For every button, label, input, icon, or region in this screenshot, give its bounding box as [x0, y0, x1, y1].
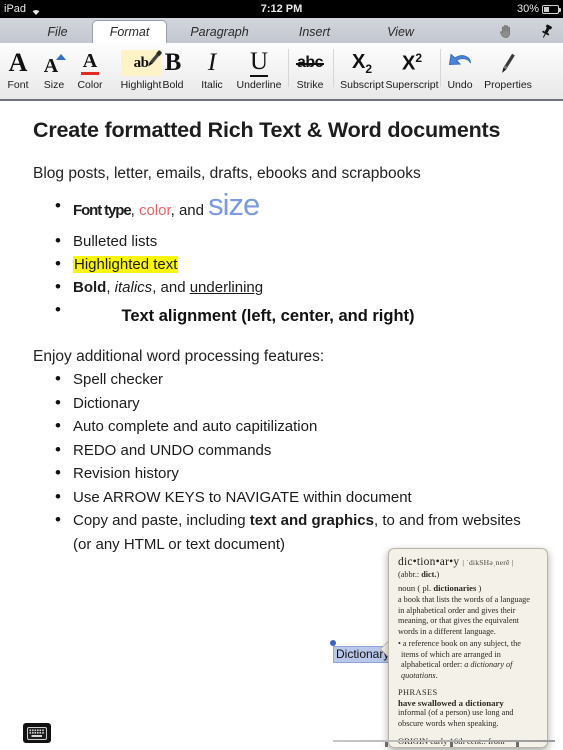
pushpin-icon[interactable]: [535, 20, 557, 42]
separator-text: , and: [152, 279, 190, 296]
toolbar-button-undo[interactable]: Undo: [440, 43, 480, 99]
list-item: Font type, color, and size: [55, 189, 533, 222]
tab-insert[interactable]: Insert: [272, 20, 357, 43]
undo-arrow-icon: [440, 46, 480, 80]
toolbar-label-superscript: Superscript: [385, 79, 439, 91]
list-item: REDO and UNDO commands: [55, 438, 533, 463]
ipad-screen: iPad 7:12 PM 30% File Format Paragraph I…: [0, 0, 563, 750]
highlighted-text: Highlighted text: [73, 256, 179, 273]
toolbar-label-properties: Properties: [484, 79, 532, 91]
features-intro-text: Enjoy additional word processing feature…: [33, 348, 325, 365]
tab-view[interactable]: View: [358, 20, 443, 43]
toolbar-button-bold[interactable]: B Bold: [152, 43, 194, 99]
italic-i-icon: I: [207, 49, 217, 76]
toolbar-label-bold: Bold: [162, 79, 184, 91]
font-size-a-arrow-icon: A: [36, 46, 72, 80]
dictionary-part-of-speech: noun ( pl. dictionaries ): [398, 583, 538, 593]
status-bar-time: 7:12 PM: [260, 3, 303, 15]
pos-suffix: ): [476, 583, 482, 593]
toolbar-button-size[interactable]: A Size: [36, 43, 72, 99]
bold-sample-text: Bold: [73, 279, 107, 296]
format-toolbar: A Font A Size A Color ab Highlight B Bol…: [0, 43, 563, 101]
dictionary-abbreviation-row: (abbr.: dict.): [398, 570, 538, 579]
separator-text: ,: [106, 279, 115, 296]
tab-file[interactable]: File: [10, 20, 105, 43]
separator-text: , and: [170, 202, 209, 219]
superscript-x2-icon: X2: [401, 50, 423, 75]
battery-percent-label: 30%: [516, 3, 539, 15]
dictionary-phrase: have swallowed a dictionary: [398, 698, 504, 708]
toolbar-label-font: Font: [7, 79, 29, 91]
list-item: Spell checker: [55, 367, 533, 392]
abbrev-value: dict.: [421, 570, 437, 579]
keyboard-icon[interactable]: [23, 723, 51, 743]
font-letter-a-icon: A: [8, 48, 28, 77]
toolbar-button-font[interactable]: A Font: [0, 43, 36, 99]
document-subtitle: Blog posts, letter, emails, drafts, eboo…: [33, 165, 421, 182]
list-item: Highlighted text: [55, 252, 533, 276]
toolbar-label-italic: Italic: [201, 79, 223, 91]
toolbar-label-strike: Strike: [296, 79, 324, 91]
toolbar-button-properties[interactable]: Properties: [476, 43, 540, 99]
toolbar-button-italic[interactable]: I Italic: [192, 43, 232, 99]
selection-handle-start[interactable]: [330, 640, 336, 646]
font-color-a-underline-icon: A: [72, 46, 108, 80]
toolbar-label-size: Size: [43, 79, 65, 91]
tab-paragraph[interactable]: Paragraph: [172, 20, 267, 43]
toolbar-button-strike[interactable]: abc Strike: [288, 43, 332, 99]
italic-sample-text: italics: [114, 279, 153, 296]
feature-list-secondary: Spell checker Dictionary Auto complete a…: [33, 367, 533, 556]
strikethrough-abc-icon: abc: [295, 54, 325, 71]
paintbrush-icon: [476, 46, 540, 80]
status-bar-right: 30%: [516, 3, 561, 15]
dictionary-definition-2: • a reference book on any subject, the i…: [398, 639, 538, 681]
dictionary-definition-1: a book that lists the words of a languag…: [398, 595, 530, 636]
pos-prefix: noun ( pl.: [398, 583, 434, 593]
copy-paste-bold-text: text and graphics: [249, 512, 374, 529]
dictionary-pronunciation: | ˈdikSHəˌnerē |: [462, 558, 514, 567]
page-scroll-indicator[interactable]: [333, 740, 555, 742]
battery-icon: [542, 4, 561, 14]
pos-plural: dictionaries: [433, 583, 477, 593]
toolbar-button-underline[interactable]: U Underline: [228, 43, 290, 99]
font-type-text: Font type: [73, 202, 132, 219]
underline-u-icon: U: [249, 48, 269, 77]
dictionary-phrases-header: PHRASES: [398, 688, 438, 697]
dictionary-headword: dic•tion•ar•y: [398, 556, 460, 568]
underline-sample-text: underlining: [189, 279, 264, 296]
list-item: Bulleted lists: [55, 229, 533, 253]
abbrev-suffix: ): [436, 570, 440, 579]
toolbar-label-underline: Underline: [236, 79, 282, 91]
list-item: Bold, italics, and underlining: [55, 275, 533, 299]
def2-suffix: .: [435, 670, 438, 680]
color-sample-text: color: [138, 202, 171, 219]
abbrev-prefix: (abbr.:: [398, 570, 422, 579]
status-bar: iPad 7:12 PM 30%: [0, 0, 563, 18]
list-item: Dictionary: [55, 391, 533, 416]
separator-text: ,: [130, 202, 139, 219]
page-title: Create formatted Rich Text & Word docume…: [33, 118, 501, 142]
toolbar-button-superscript[interactable]: X2 Superscript: [375, 43, 449, 99]
size-sample-text: size: [208, 187, 260, 222]
list-item: Use ARROW KEYS to NAVIGATE within docume…: [55, 485, 533, 510]
alignment-demo-text: Text alignment (left, center, and right): [121, 307, 415, 325]
list-item: Auto complete and auto capitilization: [55, 414, 533, 439]
bold-b-icon: B: [164, 49, 182, 76]
tab-format[interactable]: Format: [92, 20, 167, 43]
toolbar-label-color: Color: [77, 79, 103, 91]
dictionary-popover[interactable]: dic•tion•ar•y | ˈdikSHəˌnerē | (abbr.: d…: [388, 548, 548, 748]
page-tick: [516, 742, 519, 747]
page-tick: [385, 742, 388, 747]
copy-paste-text-part1: Copy and paste, including: [73, 512, 250, 529]
dictionary-headword-row: dic•tion•ar•y | ˈdikSHəˌnerē |: [398, 556, 538, 568]
toolbar-button-color[interactable]: A Color: [72, 43, 108, 99]
page-tick: [450, 742, 453, 747]
list-item: Revision history: [55, 461, 533, 486]
hand-icon[interactable]: [495, 20, 517, 42]
feature-list-primary: Font type, color, and size Bulleted list…: [33, 189, 533, 321]
dictionary-phrase-definition: informal (of a person) use long and obsc…: [398, 708, 514, 728]
toolbar-label-undo: Undo: [447, 79, 473, 91]
tab-bar: File Format Paragraph Insert View: [0, 18, 563, 44]
